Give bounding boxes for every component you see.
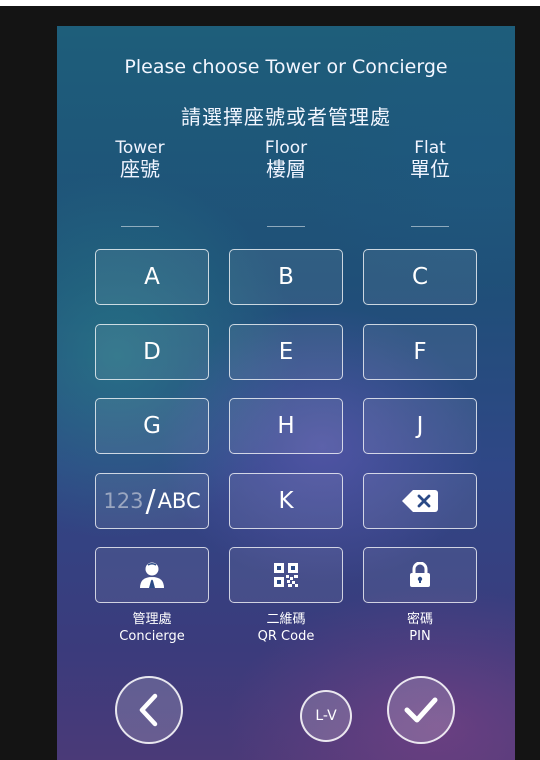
key-c[interactable]: C xyxy=(363,249,477,305)
pin-label-english: PIN xyxy=(409,629,431,644)
key-h[interactable]: H xyxy=(229,398,343,454)
floor-input-line xyxy=(267,226,305,227)
padlock-icon xyxy=(410,562,430,587)
tower-input-line xyxy=(121,226,159,227)
qr-code-button[interactable] xyxy=(229,547,343,603)
floor-label-chinese: 樓層 xyxy=(266,157,306,181)
flat-field[interactable]: Flat 單位 xyxy=(375,138,485,227)
flat-label-english: Flat xyxy=(414,138,446,158)
concierge-label-english: Concierge xyxy=(119,629,185,644)
prompt-title-chinese: 請選擇座號或者管理處 xyxy=(181,105,391,129)
flat-input-line xyxy=(411,226,449,227)
key-k[interactable]: K xyxy=(229,473,343,529)
backspace-button[interactable] xyxy=(363,473,477,529)
checkmark-icon xyxy=(404,697,438,723)
key-d[interactable]: D xyxy=(95,324,209,380)
keyboard-toggle-button[interactable]: 123/ABC xyxy=(95,473,209,529)
qr-code-icon xyxy=(274,563,298,587)
pin-label-chinese: 密碼 xyxy=(406,612,433,627)
pin-button[interactable] xyxy=(363,547,477,603)
pin-caption: 密碼 PIN xyxy=(363,611,477,645)
concierge-caption: 管理處 Concierge xyxy=(95,611,209,645)
qr-code-label-english: QR Code xyxy=(257,629,315,644)
qr-code-label-chinese: 二維碼 xyxy=(266,612,306,627)
key-g[interactable]: G xyxy=(95,398,209,454)
tower-label-chinese: 座號 xyxy=(120,157,160,181)
concierge-icon xyxy=(140,562,164,588)
key-j[interactable]: J xyxy=(363,398,477,454)
mode-separator: / xyxy=(145,483,156,519)
chevron-left-icon xyxy=(139,693,158,727)
flat-label-chinese: 單位 xyxy=(410,157,450,181)
key-a[interactable]: A xyxy=(95,249,209,305)
back-button[interactable] xyxy=(115,676,183,744)
floor-label-english: Floor xyxy=(264,138,308,158)
key-f[interactable]: F xyxy=(363,324,477,380)
key-e[interactable]: E xyxy=(229,324,343,380)
backspace-icon xyxy=(402,490,438,512)
confirm-button[interactable] xyxy=(387,676,455,744)
floor-field[interactable]: Floor 樓層 xyxy=(231,138,341,227)
numeric-mode-label: 123 xyxy=(103,489,144,513)
concierge-label-chinese: 管理處 xyxy=(132,612,172,627)
alpha-mode-label: ABC xyxy=(157,489,201,513)
concierge-button[interactable] xyxy=(95,547,209,603)
key-b[interactable]: B xyxy=(229,249,343,305)
tower-field[interactable]: Tower 座號 xyxy=(85,138,195,227)
lv-button[interactable]: L-V xyxy=(300,690,352,742)
qr-code-caption: 二維碼 QR Code xyxy=(229,611,343,645)
intercom-screen: Please choose Tower or Concierge 請選擇座號或者… xyxy=(57,26,515,760)
top-status-strip xyxy=(0,0,540,6)
prompt-title-english: Please choose Tower or Concierge xyxy=(124,56,448,78)
tower-label-english: Tower xyxy=(115,138,165,158)
